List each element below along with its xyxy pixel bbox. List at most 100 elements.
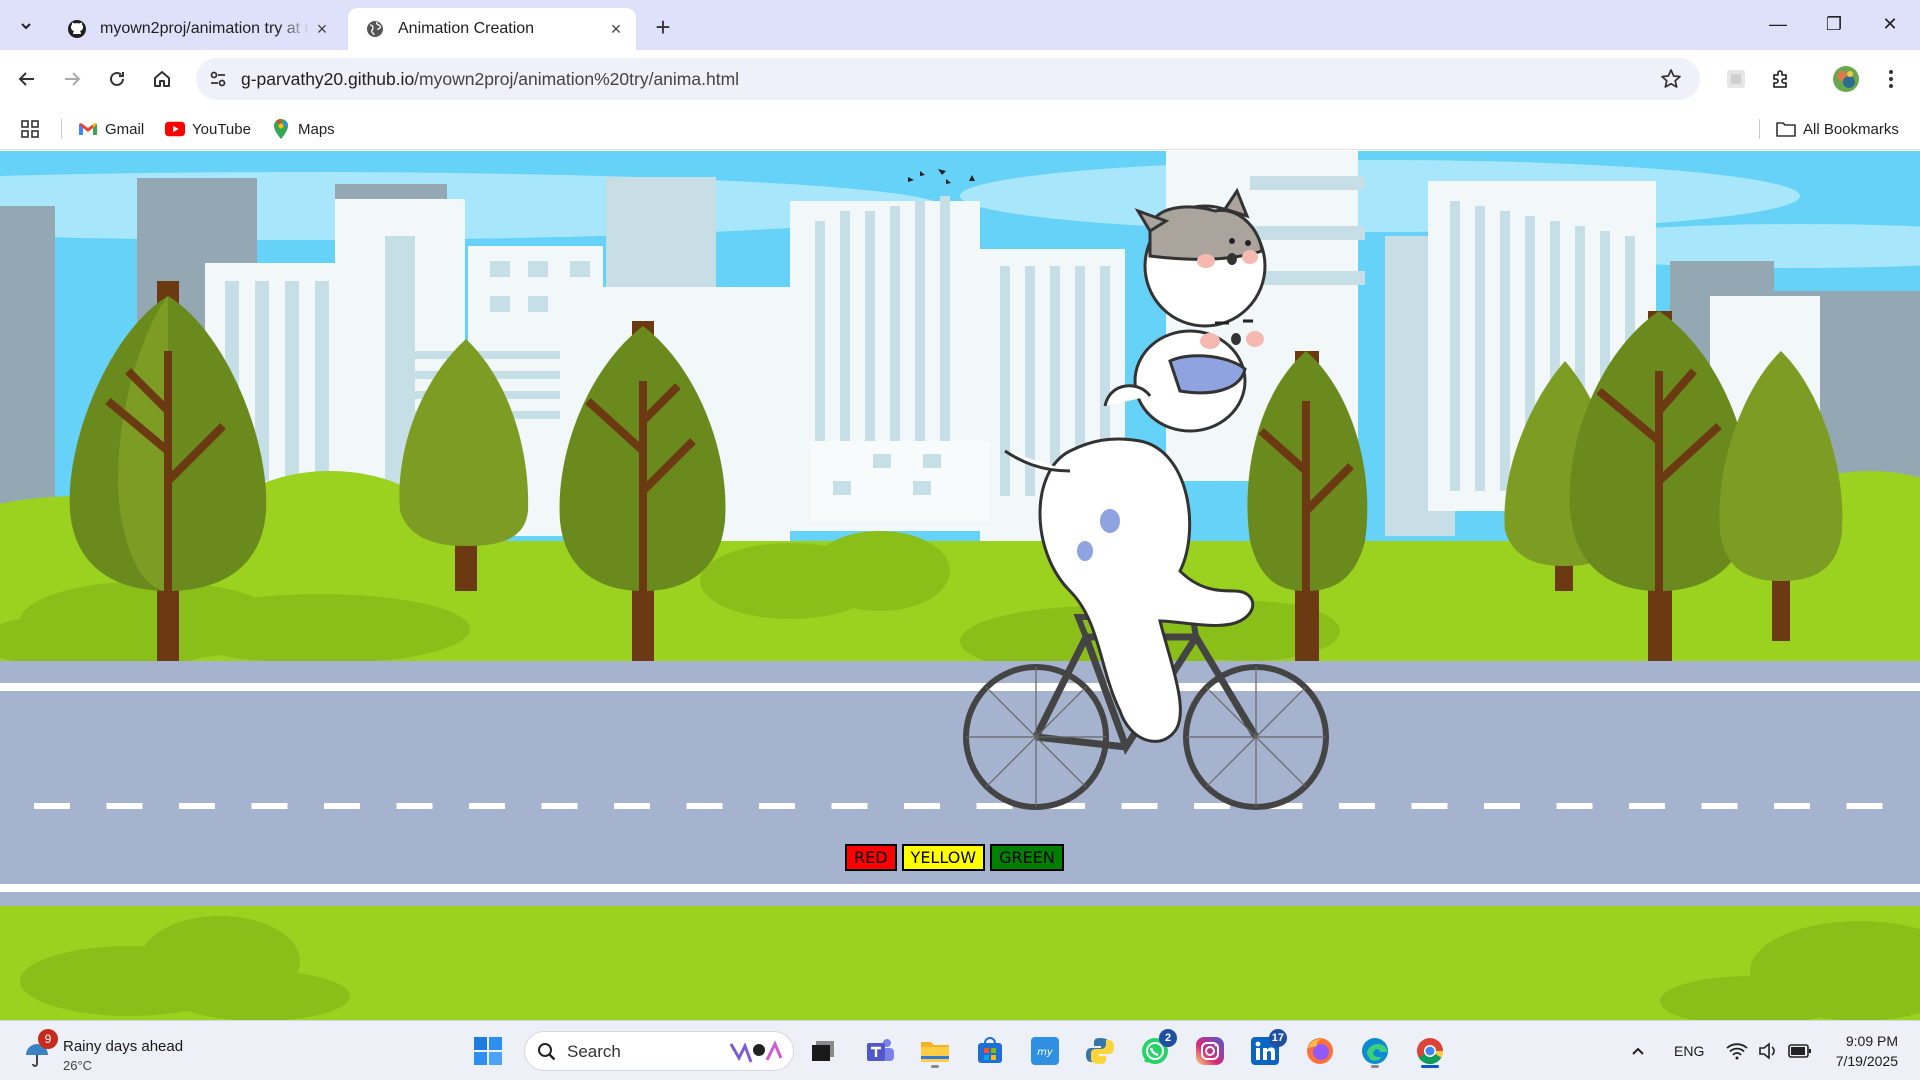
language-indicator[interactable]: ENG [1674, 1021, 1704, 1081]
svg-text:my: my [1037, 1047, 1054, 1058]
linkedin-icon[interactable]: 17 [1245, 1029, 1287, 1071]
all-bookmarks-label: All Bookmarks [1803, 120, 1899, 138]
apps-grid-button[interactable] [20, 118, 40, 140]
forward-button[interactable] [54, 61, 90, 97]
url-host: g-parvathy20.github.io [241, 69, 415, 89]
tab-close-icon[interactable]: × [310, 17, 334, 41]
task-view-icon[interactable] [803, 1031, 843, 1071]
home-button[interactable] [144, 61, 180, 97]
close-window-button[interactable]: ✕ [1862, 0, 1918, 48]
lane-dash [179, 803, 215, 809]
lane-dash [106, 803, 143, 809]
minimize-button[interactable]: — [1750, 0, 1806, 48]
search-highlight-icon [729, 1040, 783, 1063]
windows-taskbar: 9 Rainy days ahead 26°C Search my 2 17 E… [0, 1020, 1920, 1080]
wifi-icon [1726, 1043, 1748, 1060]
url-text[interactable]: g-parvathy20.github.io/myown2proj/animat… [241, 69, 739, 90]
animation-page: RED YELLOW GREEN [0, 151, 1920, 1020]
running-indicator [1371, 1065, 1379, 1068]
forward-icon [65, 72, 81, 86]
bookmark-gmail[interactable]: Gmail [78, 118, 144, 140]
lane-dash [904, 803, 940, 809]
whatsapp-badge: 2 [1159, 1029, 1177, 1047]
tab-title: Animation Creation [398, 20, 535, 37]
youtube-icon [165, 119, 185, 139]
lane-dash [1194, 803, 1230, 809]
profile-avatar-icon[interactable] [1828, 61, 1864, 97]
bookmark-label: YouTube [192, 120, 251, 138]
extension-placeholder-icon[interactable] [1718, 61, 1754, 97]
tab-github[interactable]: myown2proj/animation try at m × [50, 8, 342, 50]
extensions-puzzle-icon[interactable] [1763, 61, 1799, 97]
url-path: /myown2proj/animation%20try/anima.html [414, 69, 740, 89]
volume-icon [1759, 1042, 1775, 1060]
battery-icon [1788, 1044, 1811, 1058]
lane-dash [831, 803, 868, 809]
restore-button[interactable]: ❐ [1806, 0, 1862, 48]
github-icon [66, 18, 88, 40]
whatsapp-icon[interactable]: 2 [1135, 1029, 1177, 1071]
tab-close-icon[interactable]: × [604, 17, 628, 41]
tab-animation-creation[interactable]: Animation Creation × [348, 8, 636, 50]
maps-pin-icon [271, 119, 291, 139]
taskbar-search[interactable]: Search [524, 1031, 794, 1071]
site-info-icon[interactable] [206, 67, 230, 91]
windows-start-icon [474, 1037, 502, 1065]
lane-dash [1411, 803, 1448, 809]
weather-widget[interactable]: 9 Rainy days ahead 26°C [22, 1029, 202, 1073]
lane-dash [1339, 803, 1375, 809]
bookmark-star-icon[interactable] [1660, 68, 1682, 90]
scene-svg [0, 151, 1920, 1020]
file-explorer-icon[interactable] [915, 1031, 955, 1071]
microsoft-store-icon[interactable] [970, 1031, 1010, 1071]
apps-grid-icon [21, 120, 39, 138]
lane-dash [1556, 803, 1593, 809]
folder-icon [1776, 119, 1796, 139]
teams-icon[interactable] [860, 1031, 900, 1071]
running-indicator [1421, 1065, 1439, 1068]
address-bar[interactable]: g-parvathy20.github.io/myown2proj/animat… [196, 58, 1700, 100]
tab-title: myown2proj/animation try at m [100, 20, 310, 37]
weather-alert-badge: 9 [38, 1029, 58, 1049]
lane-dash [541, 803, 578, 809]
yellow-button[interactable]: YELLOW [901, 844, 986, 871]
tab-search-button[interactable] [10, 10, 42, 42]
start-button[interactable] [468, 1031, 508, 1071]
bookmark-youtube[interactable]: YouTube [165, 118, 251, 140]
lane-dash [1629, 803, 1665, 809]
green-button[interactable]: GREEN [990, 844, 1064, 871]
lane-dash [686, 803, 723, 809]
lane-dash [1484, 803, 1520, 809]
browser-toolbar: g-parvathy20.github.io/myown2proj/animat… [0, 50, 1920, 108]
all-bookmarks-button[interactable]: All Bookmarks [1776, 118, 1899, 140]
lane-dash [469, 803, 505, 809]
firefox-icon[interactable] [1300, 1031, 1340, 1071]
lane-dash [1846, 803, 1883, 809]
traffic-signal-controls: RED YELLOW GREEN [845, 844, 1064, 871]
bookmarks-bar: Gmail YouTube Maps All Bookmarks [0, 108, 1920, 150]
lane-dash [1774, 803, 1810, 809]
linkedin-badge: 17 [1268, 1029, 1287, 1047]
mylp-icon[interactable]: my [1025, 1031, 1065, 1071]
edge-icon[interactable] [1355, 1031, 1395, 1071]
python-icon[interactable] [1080, 1031, 1120, 1071]
globe-icon [364, 18, 386, 40]
reload-button[interactable] [99, 61, 135, 97]
new-tab-button[interactable]: + [648, 12, 678, 42]
instagram-icon[interactable] [1190, 1031, 1230, 1071]
red-button[interactable]: RED [845, 844, 897, 871]
back-button[interactable] [9, 61, 45, 97]
bookmark-maps[interactable]: Maps [271, 118, 335, 140]
search-placeholder: Search [567, 1042, 621, 1061]
chrome-icon[interactable] [1410, 1031, 1450, 1071]
lane-dash [1701, 803, 1738, 809]
chevron-up-icon [1632, 1047, 1644, 1055]
menu-kebab-icon[interactable] [1873, 61, 1909, 97]
chevron-down-icon [21, 23, 31, 30]
lane-dash [251, 803, 288, 809]
network-volume-battery-group[interactable] [1726, 1021, 1812, 1081]
gmail-icon [78, 119, 98, 139]
show-hidden-icons-button[interactable] [1630, 1021, 1646, 1081]
taskbar-clock[interactable]: 9:09 PM 7/19/2025 [1836, 1031, 1898, 1071]
reload-icon [110, 71, 124, 86]
